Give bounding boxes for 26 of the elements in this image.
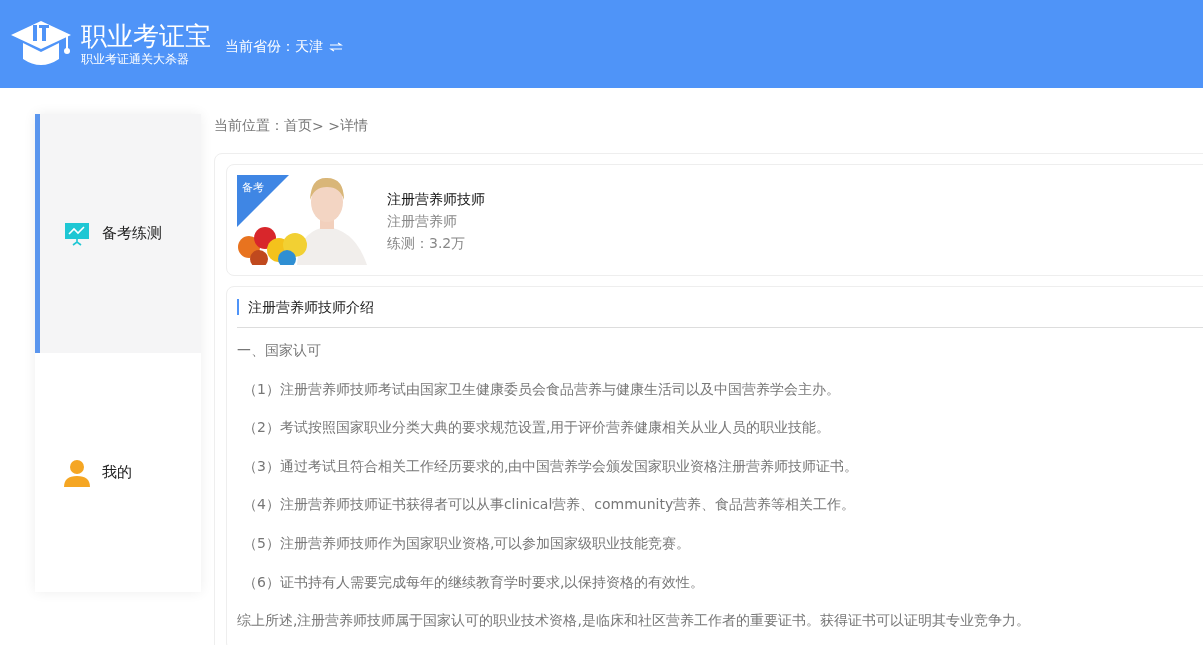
course-title: 注册营养师技师	[387, 191, 485, 209]
swap-arrows-icon[interactable]	[329, 42, 343, 52]
breadcrumb-link[interactable]: 首页	[284, 117, 312, 135]
paragraph: （4）注册营养师技师证书获得者可以从事clinical营养、community营养、食品营养等相关工作。	[242, 495, 857, 515]
paragraph: （1）注册营养师技师考试由国家卫生健康委员会食品营养与健康生活司以及中国营养学会主办。	[242, 379, 841, 399]
paragraph: （6）证书持有人需要完成每年的继续教育学时要求,以保持资格的有效性。	[242, 572, 706, 592]
sidebar-item[interactable]: 备考练测	[35, 114, 201, 353]
course-stats: 练测：3.2万	[387, 235, 467, 253]
course-category: 注册营养师	[387, 213, 458, 231]
presentation-board-icon	[64, 221, 90, 246]
course-card[interactable]: 备考 注册营养师技师 注册营养师 练测：3.2万	[226, 164, 1203, 276]
paragraph: 综上所述,注册营养师技师属于国家认可的职业技术资格,是临床和社区营养工作者的重要证书。获得证书可以证明其专业竞争力。	[237, 611, 1031, 631]
paragraph: 一、国家认可	[237, 341, 322, 360]
section-heading: 注册营养师技师介绍	[237, 299, 374, 315]
paragraph: （3）通过考试且符合相关工作经历要求的,由中国营养学会颁发国家职业资格注册营养师技师证书。	[242, 456, 860, 476]
ribbon-label: 备考	[242, 180, 264, 195]
logo-subtitle: 职业考证通关大杀器	[81, 51, 190, 67]
breadcrumb-current: 详情	[339, 117, 368, 135]
paragraph: （5）注册营养师技师作为国家职业资格,可以参加国家级职业技能竞赛。	[242, 533, 692, 553]
breadcrumb-label: 当前位置：	[214, 117, 284, 135]
province-label: 当前省份：天津	[225, 38, 323, 56]
logo-title: 职业考证宝	[81, 21, 211, 51]
user-icon	[64, 458, 90, 487]
breadcrumb-separator: > >	[312, 118, 340, 134]
sidebar-item[interactable]: 我的	[35, 353, 201, 592]
paragraph: （2）考试按照国家职业分类大典的要求规范设置,用于评价营养健康相关从业人员的职业技能。	[242, 418, 832, 438]
